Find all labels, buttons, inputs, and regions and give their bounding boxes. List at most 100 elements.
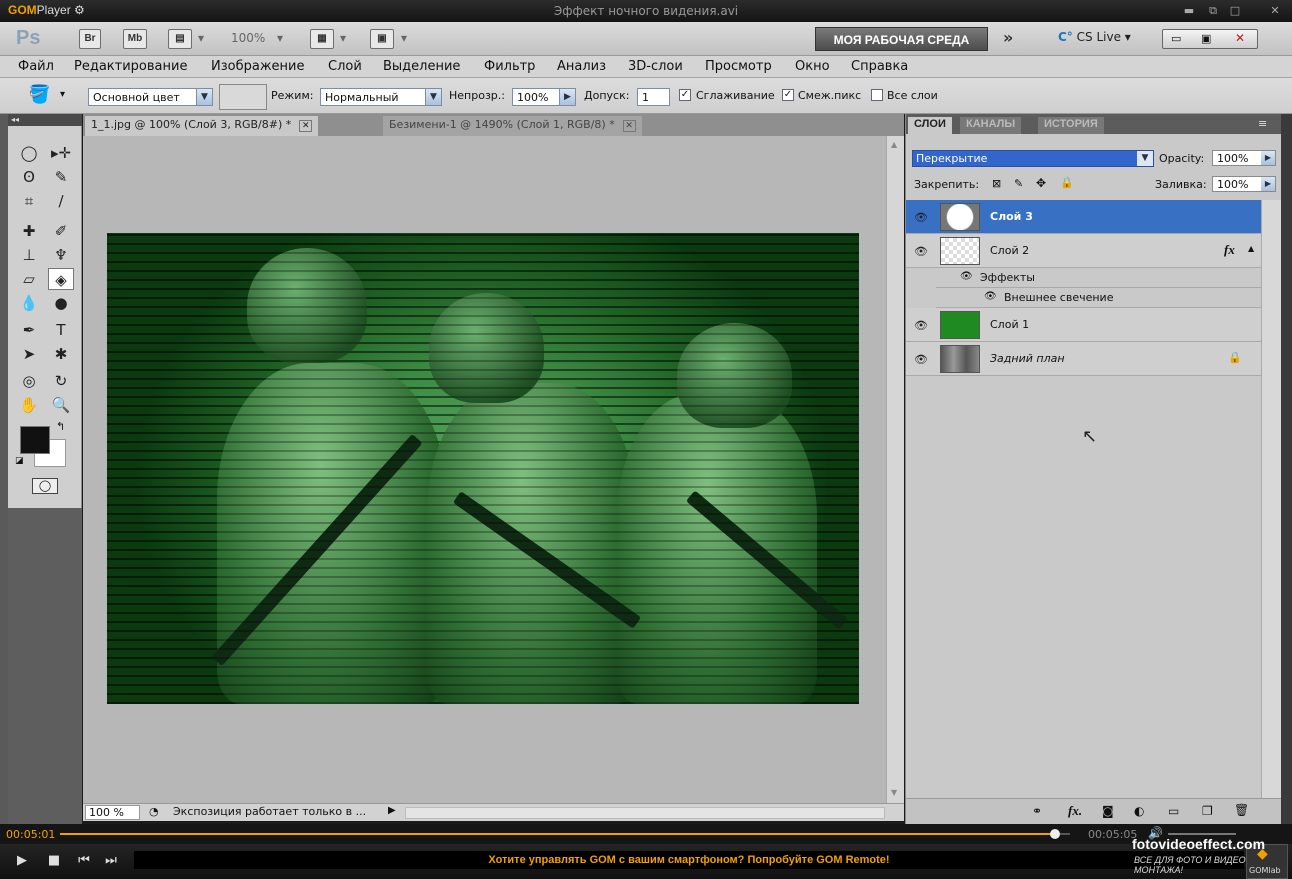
menu-3d[interactable]: 3D-слои	[628, 59, 683, 74]
add-style-icon[interactable]: fx.	[1068, 803, 1082, 819]
menu-filter[interactable]: Фильтр	[484, 59, 535, 74]
chevron-down-icon[interactable]: ▾	[401, 31, 407, 45]
chevron-down-icon[interactable]: ▾	[340, 31, 346, 45]
close-icon[interactable]: ✕	[1266, 3, 1284, 19]
chevron-right-icon[interactable]: ▶	[559, 89, 575, 105]
minimize-icon[interactable]: ▬	[1180, 3, 1198, 19]
outer-glow-row[interactable]: 👁 Внешнее свечение	[936, 288, 1261, 308]
toolbox-collapse-icon[interactable]: ◂◂	[8, 114, 82, 126]
restore-icon[interactable]: ⧉	[1204, 3, 1222, 19]
type-tool-icon[interactable]: T	[48, 319, 74, 341]
arrange-documents-icon[interactable]: ▦	[310, 29, 334, 49]
tab-document-1[interactable]: 1_1.jpg @ 100% (Слой 3, RGB/8#) * ✕	[85, 116, 319, 136]
minimize-icon[interactable]: ▭	[1171, 32, 1181, 45]
lasso-tool-icon[interactable]: ʘ	[16, 166, 42, 188]
visibility-eye-icon[interactable]: 👁	[984, 291, 997, 302]
paint-bucket-icon[interactable]: 🪣	[28, 84, 50, 105]
marquee-tool-icon[interactable]: ◯	[16, 142, 42, 164]
lock-transparency-icon[interactable]: ⊠	[992, 177, 1001, 190]
scroll-up-icon[interactable]: ▲	[891, 140, 897, 149]
next-icon[interactable]: ⏭	[101, 852, 121, 870]
paint-bucket-tool-icon[interactable]: ◈	[48, 268, 74, 290]
tolerance-input[interactable]: 1	[637, 88, 670, 106]
layer-opacity-input[interactable]: 100% ▶	[1212, 150, 1276, 166]
adjustment-layer-icon[interactable]: ◐	[1134, 804, 1144, 818]
link-layers-icon[interactable]: ⚭	[1032, 804, 1042, 818]
menu-edit[interactable]: Редактирование	[74, 59, 187, 74]
all-layers-checkbox[interactable]	[871, 89, 883, 101]
history-brush-icon[interactable]: ♆	[48, 244, 74, 266]
shape-tool-icon[interactable]: ✱	[48, 343, 74, 365]
status-menu-arrow-icon[interactable]: ▶	[388, 805, 396, 816]
swap-colors-icon[interactable]: ↰	[56, 420, 65, 433]
tab-document-2[interactable]: Безимени-1 @ 1490% (Слой 1, RGB/8) * ✕	[383, 116, 642, 136]
layers-scrollbar[interactable]	[1261, 200, 1282, 798]
lock-position-icon[interactable]: ✥	[1036, 176, 1046, 190]
status-info-icon[interactable]: ◔	[149, 805, 159, 818]
hand-tool-icon[interactable]: ✋	[16, 394, 42, 416]
fx-icon[interactable]: fx	[1224, 242, 1235, 258]
night-vision-photo[interactable]	[107, 233, 859, 704]
expand-effects-icon[interactable]: ▲	[1248, 244, 1254, 253]
lock-pixels-icon[interactable]: ✎	[1014, 177, 1023, 190]
layer-row-background[interactable]: 👁 Задний план 🔒	[906, 342, 1261, 376]
quick-select-tool-icon[interactable]: ✎	[48, 166, 74, 188]
close-icon[interactable]: ✕	[299, 120, 313, 132]
path-select-tool-icon[interactable]: ➤	[16, 343, 42, 365]
quick-mask-icon[interactable]: ◯	[32, 478, 58, 494]
layer-row-sloy3[interactable]: 👁 Слой 3	[906, 200, 1261, 234]
foreground-color-swatch-top[interactable]	[20, 426, 50, 454]
add-mask-icon[interactable]: ◙	[1102, 804, 1114, 818]
volume-slider[interactable]	[1168, 833, 1236, 835]
menu-layer[interactable]: Слой	[328, 59, 362, 74]
close-icon[interactable]: ✕	[622, 120, 636, 132]
crop-tool-icon[interactable]: ⌗	[16, 190, 42, 212]
chevron-right-icon[interactable]: ▶	[1261, 177, 1275, 191]
eyedropper-tool-icon[interactable]: ∕	[48, 190, 74, 212]
layer-row-sloy2[interactable]: 👁 Слой 2 fx ▲	[906, 234, 1261, 268]
visibility-eye-icon[interactable]: 👁	[914, 245, 928, 258]
pen-tool-icon[interactable]: ✒	[16, 319, 42, 341]
chevron-right-icon[interactable]: ▶	[1261, 151, 1275, 165]
zoom-tool-icon[interactable]: 🔍	[48, 394, 74, 416]
mini-bridge-button[interactable]: Mb	[123, 29, 147, 49]
lock-all-icon[interactable]: 🔒	[1060, 176, 1074, 189]
fill-source-select[interactable]: Основной цвет ▼	[88, 88, 213, 106]
maximize-icon[interactable]: □	[1226, 3, 1244, 19]
default-colors-icon[interactable]: ◪	[15, 456, 24, 466]
film-icon[interactable]: ▤	[168, 29, 192, 49]
scroll-down-icon[interactable]: ▼	[891, 788, 897, 797]
blur-tool-icon[interactable]: 💧	[16, 292, 42, 314]
double-chevron-icon[interactable]: »	[1003, 28, 1013, 47]
stop-icon[interactable]: ■	[44, 852, 64, 870]
3d-rotate-tool-icon[interactable]: ◎	[16, 370, 42, 392]
screen-mode-icon[interactable]: ▣	[370, 29, 394, 49]
mode-select[interactable]: Нормальный ▼	[320, 88, 442, 106]
dodge-tool-icon[interactable]: ●	[48, 292, 74, 314]
workspace-button[interactable]: МОЯ РАБОЧАЯ СРЕДА	[815, 27, 988, 51]
tab-history[interactable]: ИСТОРИЯ	[1038, 117, 1104, 134]
zoom-level[interactable]: 100%	[231, 31, 265, 45]
cs-live-button[interactable]: C° CS Live ▾	[1058, 30, 1131, 44]
healing-brush-icon[interactable]: ✚	[16, 220, 42, 242]
visibility-eye-icon[interactable]: 👁	[914, 319, 928, 332]
menu-window[interactable]: Окно	[795, 59, 830, 74]
menu-analysis[interactable]: Анализ	[557, 59, 606, 74]
restore-icon[interactable]: ▣	[1201, 32, 1211, 45]
new-group-icon[interactable]: ▭	[1168, 804, 1179, 818]
tab-layers[interactable]: СЛОИ	[908, 117, 952, 134]
visibility-eye-icon[interactable]: 👁	[914, 211, 928, 224]
tab-channels[interactable]: КАНАЛЫ	[960, 117, 1022, 134]
3d-orbit-tool-icon[interactable]: ↻	[48, 370, 74, 392]
effects-row[interactable]: 👁 Эффекты	[936, 268, 1261, 288]
zoom-field[interactable]: 100 %	[85, 805, 140, 820]
bridge-button[interactable]: Br	[79, 29, 101, 49]
canvas-horizontal-scrollbar[interactable]	[405, 807, 885, 819]
move-tool-icon[interactable]: ▸✛	[48, 142, 74, 164]
zoom-dropdown-icon[interactable]: ▾	[277, 31, 283, 45]
menu-file[interactable]: Файл	[18, 59, 54, 74]
eraser-tool-icon[interactable]: ▱	[16, 268, 42, 290]
new-layer-icon[interactable]: ❐	[1202, 804, 1213, 818]
play-icon[interactable]: ▶	[12, 852, 32, 870]
brush-tool-icon[interactable]: ✐	[48, 220, 74, 242]
